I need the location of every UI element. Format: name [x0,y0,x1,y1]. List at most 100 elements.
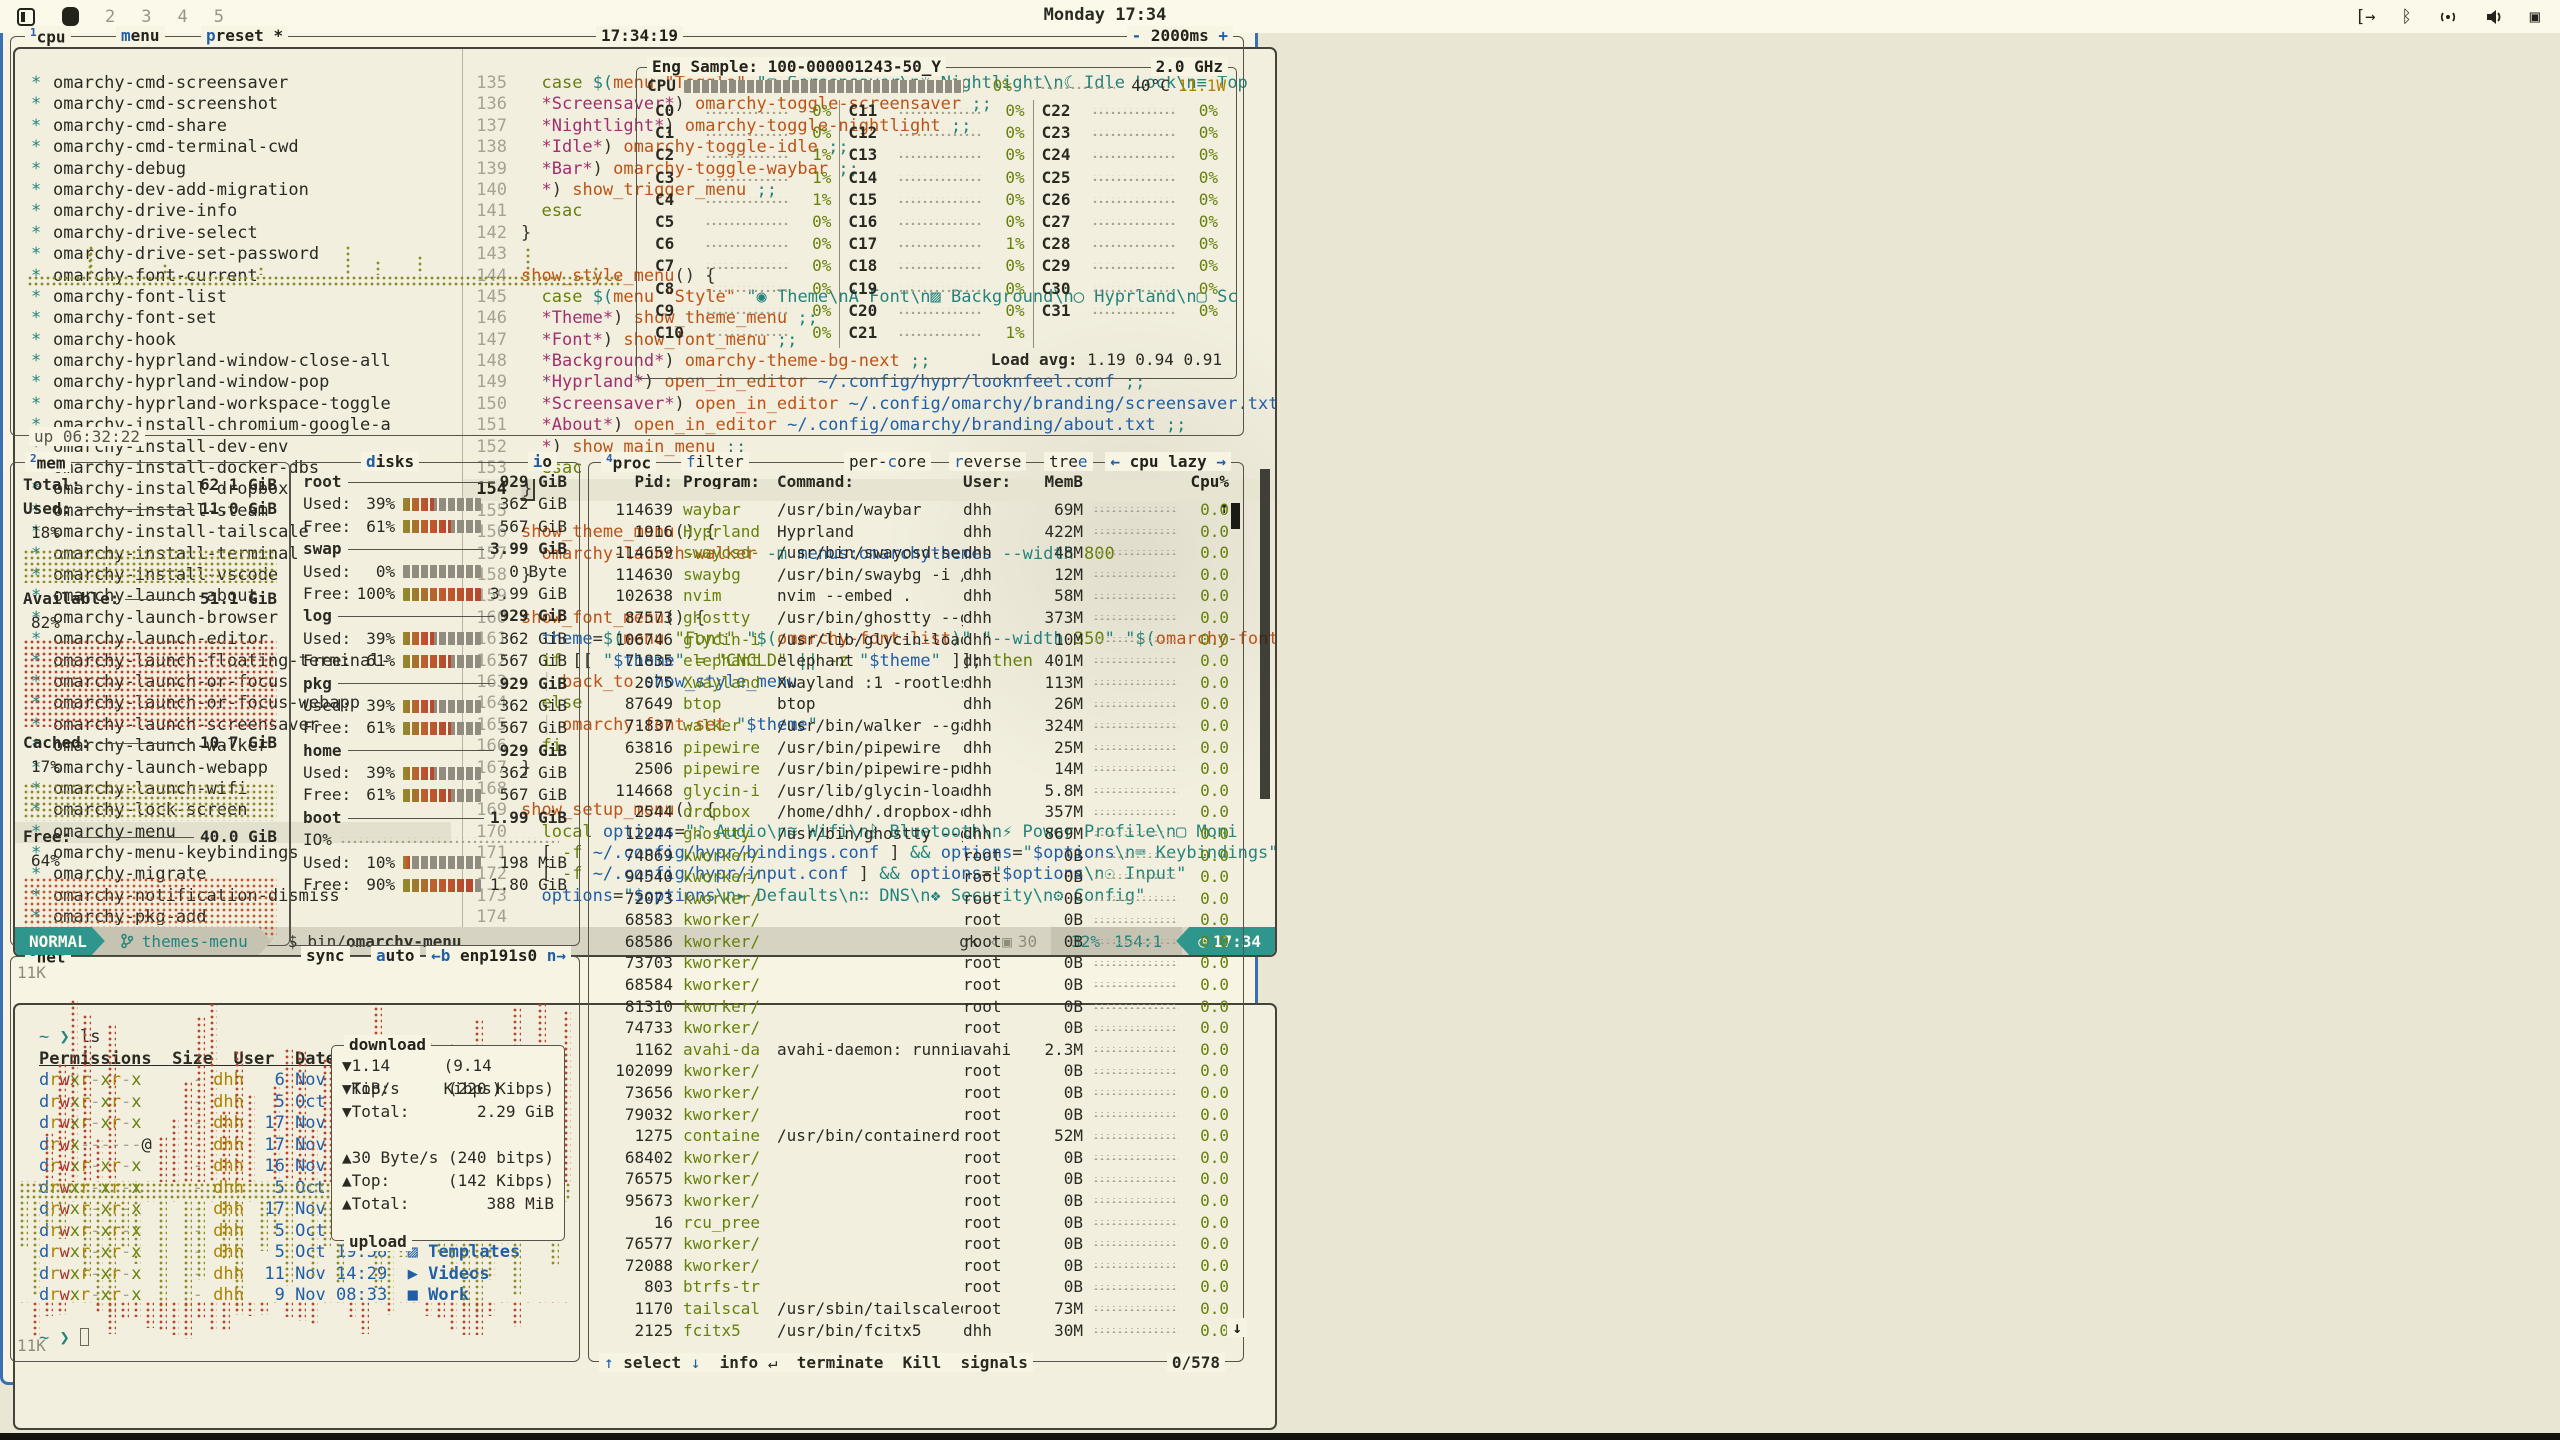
process-row[interactable]: 73656kworker/root0B0.0 [597,1082,1229,1104]
process-row[interactable]: 1275containe/usr/bin/containerdroot52M0.… [597,1125,1229,1147]
process-row[interactable]: 114630swaybg/usr/bin/swaybg -i /homdhh12… [597,564,1229,586]
core-usage: 1% [991,233,1025,255]
filter-button[interactable]: filter [681,452,749,471]
net-graph-column [234,1200,243,1306]
disks-box-title[interactable]: disks [361,452,419,471]
process-row[interactable]: 68402kworker/root0B0.0 [597,1147,1229,1169]
cpu-box-title[interactable]: 1cpu [25,26,71,46]
workspace-3[interactable]: 3 [141,7,151,27]
process-row[interactable]: 2075XwaylandXwayland :1 -rootless -dhh11… [597,672,1229,694]
process-row[interactable]: 2544dropbox/home/dhh/.dropbox-distdhh357… [597,801,1229,823]
usage-label: Free: [303,516,351,538]
proc-footer: ↑ select ↓ info ↵ terminate Kill signals [599,1353,1033,1372]
net-graph-column [107,1024,116,1182]
usage-label: Used: [303,852,351,874]
proc-cpu-percent: 0.0 [1189,737,1229,759]
meter-gaps [403,879,481,892]
process-row[interactable]: 102638nvimnvim --embed .dhh58M0.0 [597,585,1229,607]
process-row[interactable]: 76577kworker/root0B0.0 [597,1233,1229,1255]
screencast-icon[interactable]: [→ [2355,7,2375,27]
proc-memory: 58M [1027,585,1083,607]
proc-scrollbar[interactable] [1231,503,1240,529]
update-interval[interactable]: - 2000ms + [1127,26,1233,45]
proc-pid: 76575 [597,1168,673,1190]
process-row[interactable]: 12244ghostty/usr/bin/ghostty --gtk-dhh86… [597,823,1229,845]
process-row[interactable]: 72088kworker/root0B0.0 [597,1255,1229,1277]
io-mode-button[interactable]: io [528,452,557,471]
bluetooth-icon[interactable]: ᛒ [2402,7,2412,27]
proc-user: root [963,1212,1027,1234]
process-row[interactable]: 71837walker/usr/bin/walker --gappldhh324… [597,715,1229,737]
proc-pid: 74733 [597,1017,673,1039]
process-row[interactable]: 114659swayosd-/usr/bin/swayosd-serverdhh… [597,542,1229,564]
process-row[interactable]: 72073kworker/root0B0.0 [597,888,1229,910]
menu-button[interactable]: menu [116,26,165,45]
process-row[interactable]: 102099kworker/root0B0.0 [597,1060,1229,1082]
per-core-button[interactable]: per-core [844,452,931,471]
net-graph-column [95,1138,104,1182]
workspace-4[interactable]: 4 [178,7,188,27]
process-row[interactable]: 1916HyprlandHyprlanddhh422M0.0 [597,521,1229,543]
process-row[interactable]: 68583kworker/root0B0.0 [597,909,1229,931]
process-row[interactable]: 95673kworker/root0B0.0 [597,1190,1229,1212]
proc-memory: 30M [1027,1320,1083,1342]
proc-cpu-percent: 0.0 [1189,866,1229,888]
net-graph-column [525,1301,534,1303]
process-row[interactable]: 87649btopbtopdhh26M0.0 [597,693,1229,715]
omarchy-logo-icon[interactable] [16,7,36,27]
core-row: C120% [848,122,1024,144]
sort-column-switcher[interactable]: ← cpu lazy → [1105,452,1231,471]
process-row[interactable]: 74733kworker/root0B0.0 [597,1017,1229,1039]
editor-scrollbar[interactable] [1260,469,1270,799]
core-label: C15 [848,189,890,211]
mem-stat-value: 11.0 GiB [200,497,277,521]
mem-box-title[interactable]: 2mem [25,452,71,472]
process-row[interactable]: 114668glycin-i/usr/lib/glycin-loadersdhh… [597,780,1229,802]
proc-user: root [963,931,1027,953]
workspace-5[interactable]: 5 [214,7,224,27]
process-row[interactable]: 16rcu_preeroot0B0.0 [597,1212,1229,1234]
net-graph-column [550,1301,559,1303]
network-icon[interactable] [2438,8,2458,26]
process-row[interactable]: 76575kworker/root0B0.0 [597,1168,1229,1190]
proc-command: avahi-daemon: running [ [777,1039,963,1061]
proc-box-title[interactable]: 4proc [601,452,656,472]
process-row[interactable]: 1170tailscal/usr/sbin/tailscaled --root7… [597,1298,1229,1320]
process-row[interactable]: 1162avahi-daavahi-daemon: running [avahi… [597,1039,1229,1061]
process-row[interactable]: 68584kworker/root0B0.0 [597,974,1229,996]
scroll-more-indicator[interactable]: ↓ [1227,1318,1247,1337]
disk-name: boot [303,807,342,829]
core-row: C130% [848,144,1024,166]
mem-stat-value: 62.1 GiB [200,473,277,497]
process-row[interactable]: 2125fcitx5/usr/bin/fcitx5dhh30M0.0 [597,1320,1229,1342]
process-row[interactable]: 68586kworker/root0B0.0 [597,931,1229,953]
volume-icon[interactable] [2484,8,2504,26]
process-row[interactable]: 74869kworker/root0B0.0 [597,845,1229,867]
process-row[interactable]: 94540kworker/root0B0.0 [597,866,1229,888]
process-row[interactable]: 79032kworker/root0B0.0 [597,1104,1229,1126]
proc-pid: 1916 [597,521,673,543]
net-sync-button[interactable]: sync [301,946,350,965]
workspace-1-active[interactable] [62,7,79,26]
process-row[interactable]: 2506pipewire/usr/bin/pipewire-pulsedhh14… [597,758,1229,780]
net-interface-switcher[interactable]: ←b enp191s0 n→ [426,946,571,965]
proc-program: kworker/ [673,888,777,910]
process-row[interactable]: 87573ghostty/usr/bin/ghostty --gtk-dhh37… [597,607,1229,629]
package-icon[interactable]: ▣ [2530,7,2540,27]
workspace-2[interactable]: 2 [105,7,115,27]
io-graph [340,837,559,843]
process-row[interactable]: 106746glycin-i/usr/lib/glycin-loadersdhh… [597,629,1229,651]
process-row[interactable]: 71835elephantelephantdhh401M0.0 [597,650,1229,672]
clock[interactable]: Monday 17:34 [1020,5,1190,25]
tree-button[interactable]: tree [1044,452,1093,471]
process-row[interactable]: 803btrfs-trroot0B0.0 [597,1276,1229,1298]
net-auto-button[interactable]: auto [371,946,420,965]
reverse-button[interactable]: reverse [949,452,1026,471]
preset-button[interactable]: preset * [201,26,288,45]
process-row[interactable]: 63816pipewire/usr/bin/pipewiredhh25M0.0 [597,737,1229,759]
proc-cpu-percent: 0.0 [1189,607,1229,629]
proc-pid: 114630 [597,564,673,586]
process-row[interactable]: 114639waybar/usr/bin/waybardhh69M0.0 [597,499,1229,521]
process-row[interactable]: 73703kworker/root0B0.0 [597,952,1229,974]
process-row[interactable]: 81310kworker/root0B0.0 [597,996,1229,1018]
